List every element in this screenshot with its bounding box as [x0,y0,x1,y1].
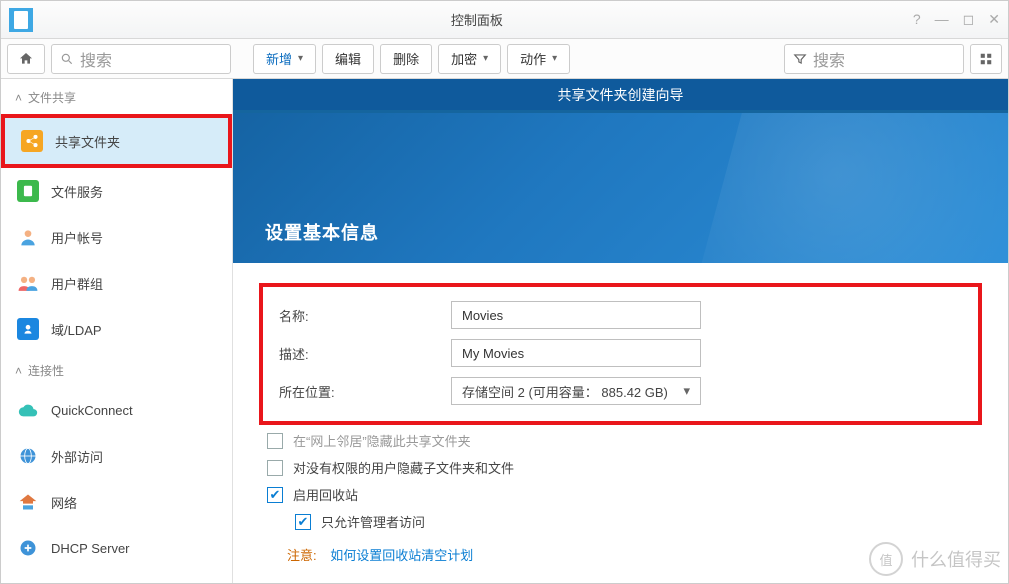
chevron-down-icon: ▾ [298,53,303,64]
chevron-up-icon: ˄ [15,91,22,105]
grid-icon [979,52,993,66]
sidebar-item-label: 域/LDAP [51,320,102,339]
app-icon [9,8,33,32]
checkbox-hide-noauth[interactable]: 对没有权限的用户隐藏子文件夹和文件 [267,458,982,477]
sidebar-item-shared-folder[interactable]: 共享文件夹 [5,118,228,164]
main-search[interactable]: 搜索 [784,44,964,74]
folder-share-icon [21,130,43,152]
maximize-icon[interactable]: ◻ [963,11,975,28]
sidebar-item-label: DHCP Server [51,541,130,556]
banner-title: 设置基本信息 [265,219,379,245]
checkbox-icon [267,433,283,449]
chevron-down-icon: ▾ [552,53,557,64]
ldap-icon [17,318,39,340]
minimize-icon[interactable]: — [935,11,949,28]
sidebar-section-connectivity[interactable]: ˄ 连接性 [1,352,232,387]
sidebar-item-label: 用户群组 [51,274,103,293]
sidebar-item-file-services[interactable]: 文件服务 [1,168,232,214]
note-link[interactable]: 如何设置回收站清空计划 [330,548,473,563]
location-label: 所在位置: [279,382,451,401]
encrypt-button[interactable]: 加密▾ [438,44,501,74]
sidebar-item-label: 外部访问 [51,447,103,466]
desc-input[interactable] [451,339,701,367]
home-button[interactable] [7,44,45,74]
sidebar-item-label: 共享文件夹 [55,132,120,151]
sidebar-item-external-access[interactable]: 外部访问 [1,433,232,479]
group-icon [17,272,39,294]
checkbox-checked-icon: ✔ [267,487,283,503]
wizard-form: 名称: 描述: 所在位置: 存储空间 2 (可用容量： 885.42 GB) ▾ [233,263,1008,583]
search-placeholder: 搜索 [813,47,845,71]
name-label: 名称: [279,306,451,325]
sidebar-item-user-groups[interactable]: 用户群组 [1,260,232,306]
annotation-highlight: 共享文件夹 [1,114,232,168]
close-icon[interactable]: ✕ [988,11,1000,28]
sidebar-item-user-accounts[interactable]: 用户帐号 [1,214,232,260]
sidebar-item-network[interactable]: 网络 [1,479,232,525]
titlebar: 控制面板 ? — ◻ ✕ [1,1,1008,39]
chevron-up-icon: ˄ [15,364,22,378]
sidebar-section-fileshare[interactable]: ˄ 文件共享 [1,79,232,114]
wizard-header: 共享文件夹创建向导 [233,79,1008,113]
sidebar-item-dhcp[interactable]: DHCP Server [1,525,232,571]
main-panel: 共享文件夹创建向导 设置基本信息 名称: 描述: 所在位置: [233,79,1008,583]
sidebar-search[interactable]: 搜索 [51,44,231,74]
desc-label: 描述: [279,344,451,363]
action-button[interactable]: 动作▾ [507,44,570,74]
user-icon [17,226,39,248]
chevron-down-icon: ▾ [483,53,488,64]
location-value: 存储空间 2 (可用容量： 885.42 GB) [462,382,668,401]
filter-icon [793,52,807,66]
sidebar: ˄ 文件共享 共享文件夹 文件服务 [1,79,233,583]
checkbox-recycle-bin[interactable]: ✔ 启用回收站 [267,485,982,504]
sidebar-item-label: 文件服务 [51,182,103,201]
dhcp-icon [17,537,39,559]
sidebar-item-label: 网络 [51,493,77,512]
search-placeholder: 搜索 [80,47,112,71]
file-service-icon [17,180,39,202]
search-icon [60,52,74,66]
window-title: 控制面板 [41,10,913,29]
network-icon [17,491,39,513]
note-label: 注意: [287,548,317,563]
globe-icon [17,445,39,467]
add-button[interactable]: 新增▾ [253,44,316,74]
toolbar: 搜索 新增▾ 编辑 删除 加密▾ 动作▾ 搜索 [1,39,1008,79]
edit-button[interactable]: 编辑 [322,44,374,74]
chevron-down-icon: ▾ [683,383,690,399]
cloud-icon [17,399,39,421]
checkbox-icon [267,460,283,476]
wizard-banner: 设置基本信息 [233,113,1008,263]
checkbox-hide-network[interactable]: 在“网上邻居”隐藏此共享文件夹 [267,431,982,450]
view-toggle-button[interactable] [970,44,1002,74]
location-select[interactable]: 存储空间 2 (可用容量： 885.42 GB) ▾ [451,377,701,405]
sidebar-item-label: QuickConnect [51,403,133,418]
sidebar-item-label: 用户帐号 [51,228,103,247]
sidebar-item-quickconnect[interactable]: QuickConnect [1,387,232,433]
annotation-highlight: 名称: 描述: 所在位置: 存储空间 2 (可用容量： 885.42 GB) ▾ [259,283,982,425]
checkbox-admin-only[interactable]: ✔ 只允许管理者访问 [295,512,982,531]
checkbox-checked-icon: ✔ [295,514,311,530]
home-icon [18,51,34,67]
delete-button[interactable]: 删除 [380,44,432,74]
sidebar-item-domain-ldap[interactable]: 域/LDAP [1,306,232,352]
help-icon[interactable]: ? [913,11,921,28]
note-row: 注意: 如何设置回收站清空计划 [287,545,982,564]
name-input[interactable] [451,301,701,329]
